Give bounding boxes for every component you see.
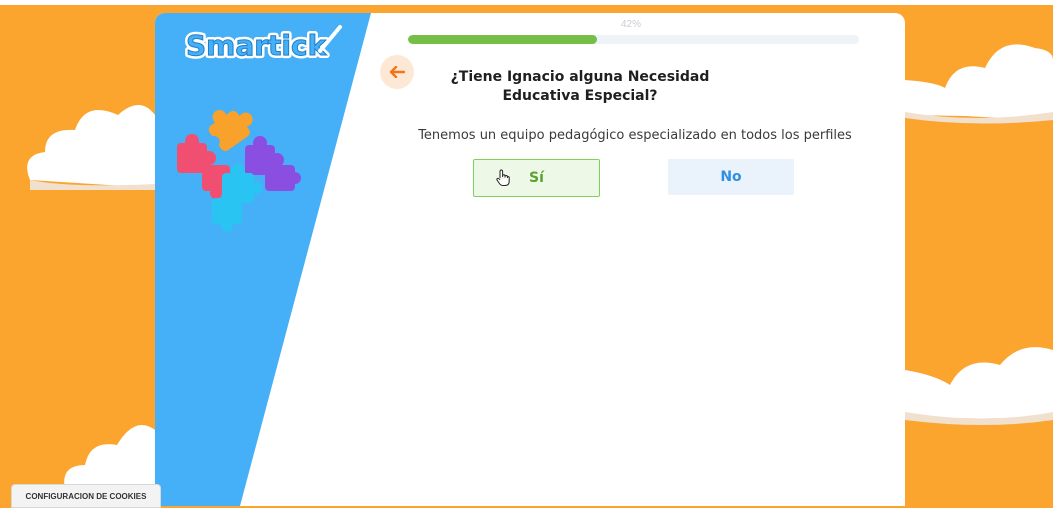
question-subtitle: Tenemos un equipo pedagógico especializa…: [418, 128, 852, 143]
cloud-left-bottom: [64, 425, 155, 495]
question-title: ¿Tiene Ignacio alguna Necesidad Educativ…: [450, 69, 710, 104]
hand-pointer-icon: [496, 169, 510, 186]
no-button[interactable]: No: [668, 159, 794, 195]
cloud-right-top: [905, 44, 1053, 124]
onboarding-card: Smartick Smartick 42% ¿Tiene Ignacio alg…: [155, 13, 905, 506]
progress-fill: [408, 35, 598, 44]
side-panel: [155, 13, 371, 506]
sky-strip: [0, 0, 1053, 5]
smartick-logo: Smartick Smartick: [183, 25, 342, 65]
puzzle-pieces-icon: [177, 110, 301, 232]
yes-button[interactable]: Sí: [473, 159, 600, 197]
back-button[interactable]: [380, 55, 414, 89]
arrow-left-icon: [389, 66, 405, 78]
svg-text:Smartick: Smartick: [186, 29, 328, 62]
cloud-left-top: [27, 105, 155, 190]
no-label: No: [720, 169, 742, 185]
progress-percent: 42%: [621, 19, 642, 30]
cloud-right-bottom: [905, 347, 1053, 425]
yes-label: Sí: [529, 170, 544, 186]
progress-bar: [408, 35, 859, 44]
cookie-settings-button[interactable]: CONFIGURACION DE COOKIES: [11, 484, 161, 508]
